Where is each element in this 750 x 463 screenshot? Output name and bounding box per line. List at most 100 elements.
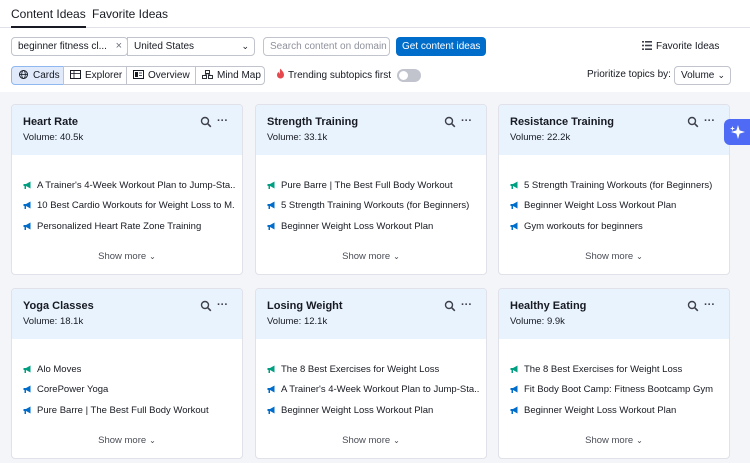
show-more-button[interactable]: Show more ⌄ — [499, 251, 729, 262]
card-volume: Volume: 12.1k — [267, 316, 328, 327]
megaphone-icon — [510, 365, 518, 373]
megaphone-icon — [267, 201, 275, 210]
ideas-list: The 8 Best Exercises for Weight Loss A Tr… — [267, 359, 479, 421]
idea-item[interactable]: A Trainer's 4-Week Workout Plan to Jump-… — [267, 380, 479, 401]
idea-item[interactable]: Fit Body Boot Camp: Fitness Bootcamp Gym — [510, 380, 722, 401]
prioritize-select-value: Volume — [681, 70, 715, 81]
megaphone-icon — [510, 201, 518, 210]
idea-item[interactable]: 5 Strength Training Workouts (for Beginn… — [510, 175, 722, 196]
idea-item[interactable]: Gym workouts for beginners — [510, 216, 722, 237]
topic-input[interactable]: beginner fitness cl... × — [11, 37, 128, 56]
idea-title: 5 Strength Training Workouts (for Beginn… — [281, 200, 470, 212]
tab-content-ideas[interactable]: Content Ideas — [11, 7, 86, 28]
idea-item[interactable]: 5 Strength Training Workouts (for Beginn… — [267, 196, 479, 217]
idea-title: Personalized Heart Rate Zone Training — [37, 220, 202, 232]
view-mind-map-label: Mind Map — [217, 70, 261, 81]
topic-card: Strength Training Volume: 33.1k ··· Pure Ba… — [255, 104, 487, 275]
idea-item[interactable]: Personalized Heart Rate Zone Training — [23, 216, 235, 237]
tab-favorite-ideas[interactable]: Favorite Ideas — [92, 7, 168, 21]
search-icon[interactable] — [200, 300, 212, 312]
page-tabs: Content Ideas Favorite Ideas — [0, 0, 750, 28]
search-domain-input[interactable]: Search content on domain — [263, 37, 390, 56]
chevron-down-icon: ⌄ — [149, 436, 156, 445]
idea-title: Pure Barre | The Best Full Body Workout — [281, 179, 453, 191]
idea-item[interactable]: Beginner Weight Loss Workout Plan — [510, 400, 722, 421]
search-domain-placeholder: Search content on domain — [270, 41, 387, 52]
show-more-button[interactable]: Show more ⌄ — [256, 435, 486, 446]
megaphone-icon — [267, 222, 275, 230]
idea-item[interactable]: 10 Best Cardio Workouts for Weight Loss … — [23, 196, 235, 217]
idea-title: Beginner Weight Loss Workout Plan — [281, 404, 434, 416]
idea-item[interactable]: Beginner Weight Loss Workout Plan — [510, 196, 722, 217]
idea-title: CorePower Yoga — [37, 384, 109, 396]
idea-item[interactable]: The 8 Best Exercises for Weight Loss — [510, 359, 722, 380]
show-more-button[interactable]: Show more ⌄ — [12, 251, 242, 262]
search-icon[interactable] — [687, 116, 699, 128]
chevron-down-icon: ⌄ — [241, 41, 249, 51]
idea-item[interactable]: CorePower Yoga — [23, 380, 235, 401]
topic-card: Heart Rate Volume: 40.5k ··· A Trainer's 4-… — [11, 104, 243, 275]
idea-item[interactable]: Pure Barre | The Best Full Body Workout — [267, 175, 479, 196]
topic-input-value: beginner fitness cl... — [18, 41, 107, 52]
card-header — [499, 105, 729, 155]
idea-title: Beginner Weight Loss Workout Plan — [524, 404, 677, 416]
megaphone-icon — [267, 181, 275, 189]
more-options-icon[interactable]: ··· — [704, 115, 715, 127]
card-title: Yoga Classes — [23, 300, 94, 312]
idea-title: Beginner Weight Loss Workout Plan — [281, 220, 434, 232]
idea-item[interactable]: A Trainer's 4-Week Workout Plan to Jump-… — [23, 175, 235, 196]
show-more-label: Show more — [98, 251, 147, 262]
trending-toggle[interactable] — [397, 69, 421, 82]
view-mind-map[interactable]: Mind Map — [195, 66, 265, 85]
show-more-button[interactable]: Show more ⌄ — [499, 435, 729, 446]
trending-subtopics: Trending subtopics first — [276, 68, 391, 83]
view-overview-label: Overview — [148, 70, 190, 81]
view-overview[interactable]: Overview — [126, 66, 196, 85]
clear-icon[interactable]: × — [116, 38, 122, 55]
search-icon[interactable] — [687, 300, 699, 312]
more-options-icon[interactable]: ··· — [217, 115, 228, 127]
idea-item[interactable]: Beginner Weight Loss Workout Plan — [267, 216, 479, 237]
idea-item[interactable]: Beginner Weight Loss Workout Plan — [267, 400, 479, 421]
chevron-down-icon: ⌄ — [393, 252, 400, 261]
show-more-label: Show more — [342, 251, 391, 262]
card-volume: Volume: 22.2k — [510, 132, 571, 143]
ideas-list: Pure Barre | The Best Full Body Workout 5… — [267, 175, 479, 237]
show-more-label: Show more — [342, 435, 391, 446]
chevron-down-icon: ⌄ — [717, 70, 725, 80]
more-options-icon[interactable]: ··· — [704, 299, 715, 311]
search-icon[interactable] — [444, 116, 456, 128]
more-options-icon[interactable]: ··· — [461, 115, 472, 127]
more-options-icon[interactable]: ··· — [217, 299, 228, 311]
country-select[interactable]: United States ⌄ — [127, 37, 255, 56]
prioritize-select[interactable]: Volume ⌄ — [674, 66, 731, 85]
card-title: Losing Weight — [267, 300, 343, 312]
list-icon — [642, 41, 652, 50]
card-volume: Volume: 40.5k — [23, 132, 84, 143]
megaphone-icon — [267, 406, 275, 414]
card-header — [499, 289, 729, 339]
idea-title: The 8 Best Exercises for Weight Loss — [281, 363, 440, 375]
get-content-ideas-button[interactable]: Get content ideas — [396, 37, 487, 56]
idea-title: A Trainer's 4-Week Workout Plan to Jump-… — [37, 179, 235, 191]
card-title: Resistance Training — [510, 116, 614, 128]
idea-item[interactable]: Alo Moves — [23, 359, 235, 380]
idea-item[interactable]: The 8 Best Exercises for Weight Loss — [267, 359, 479, 380]
megaphone-icon — [23, 406, 31, 414]
more-options-icon[interactable]: ··· — [461, 299, 472, 311]
trending-subtopics-label: Trending subtopics first — [288, 70, 392, 81]
view-explorer[interactable]: Explorer — [63, 66, 127, 85]
megaphone-icon — [23, 222, 31, 230]
card-volume: Volume: 9.9k — [510, 316, 565, 327]
show-more-label: Show more — [98, 435, 147, 446]
ai-assistant-button[interactable] — [724, 119, 750, 145]
ideas-list: The 8 Best Exercises for Weight Loss Fit … — [510, 359, 722, 421]
show-more-button[interactable]: Show more ⌄ — [256, 251, 486, 262]
card-header — [256, 289, 486, 339]
search-icon[interactable] — [200, 116, 212, 128]
show-more-button[interactable]: Show more ⌄ — [12, 435, 242, 446]
idea-item[interactable]: Pure Barre | The Best Full Body Workout — [23, 400, 235, 421]
view-cards[interactable]: Cards — [11, 66, 64, 85]
search-icon[interactable] — [444, 300, 456, 312]
favorite-ideas-button[interactable]: Favorite Ideas — [642, 40, 719, 54]
